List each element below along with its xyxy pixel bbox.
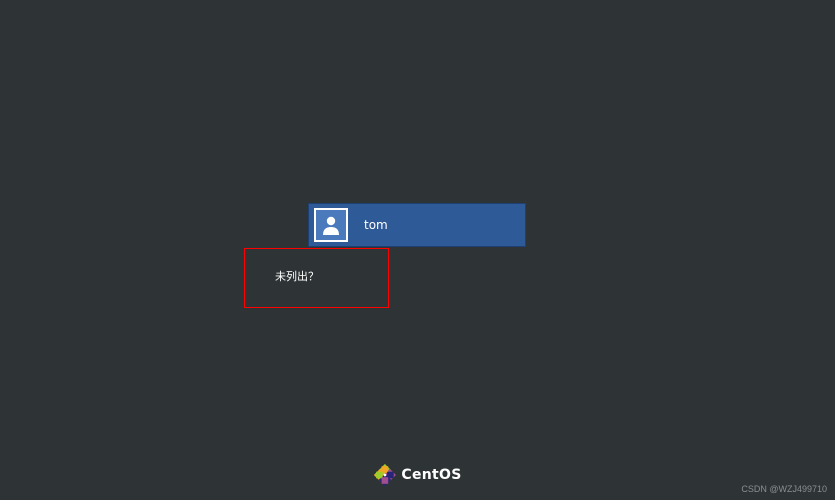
user-icon	[319, 213, 343, 237]
avatar-box	[314, 208, 348, 242]
not-listed-annotation-box: 未列出？	[244, 248, 389, 308]
user-tile[interactable]: tom	[308, 203, 526, 247]
brand-name-label: CentOS	[401, 467, 461, 483]
branding: CentOS	[373, 464, 461, 486]
not-listed-link[interactable]: 未列出？	[275, 270, 319, 283]
user-name-label: tom	[364, 218, 388, 232]
watermark-text: CSDN @WZJ499710	[741, 484, 827, 494]
centos-logo-icon	[373, 464, 395, 486]
